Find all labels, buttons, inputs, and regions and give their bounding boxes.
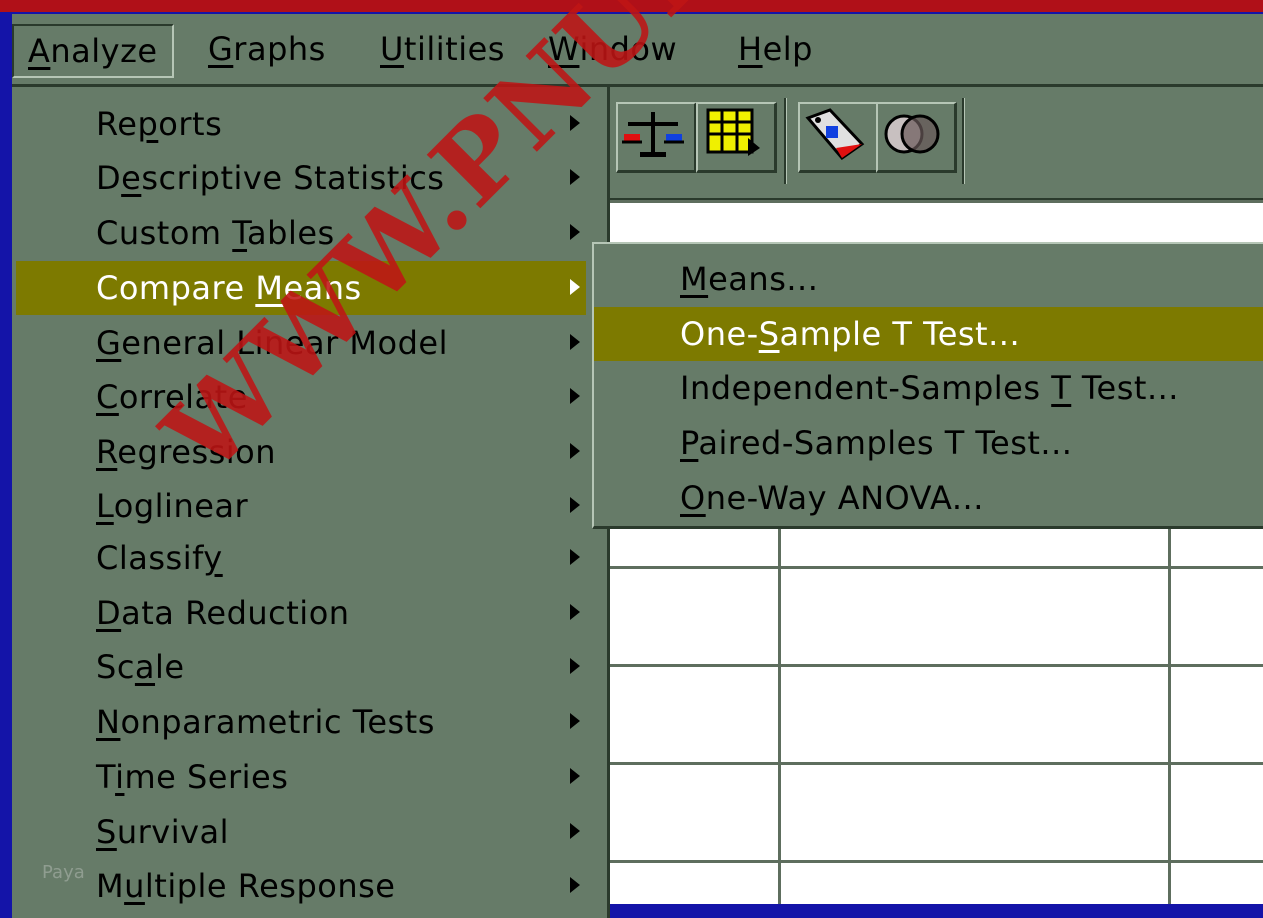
grid-line [602, 762, 1263, 765]
submenu-arrow-icon [570, 713, 580, 729]
use-sets-icon [884, 114, 940, 154]
menu-analyze-rest: nalyze [50, 32, 158, 70]
select-cases-button[interactable] [696, 102, 777, 173]
submenu-item-independent-samples-t-test[interactable]: Independent-Samples T Test... [594, 361, 1263, 415]
menu-graphs[interactable]: Graphs [208, 24, 326, 74]
value-labels-button[interactable] [798, 102, 879, 173]
menu-item-custom-tables[interactable]: Custom Tables [16, 206, 586, 260]
submenu-arrow-icon [570, 115, 580, 131]
menu-item-compare-means[interactable]: Compare Means [16, 261, 586, 315]
menu-item-scale[interactable]: Scale [16, 640, 586, 694]
use-sets-button[interactable] [876, 102, 957, 173]
menu-item-correlate[interactable]: Correlate [16, 370, 586, 424]
submenu-item-paired-samples-t-test[interactable]: Paired-Samples T Test... [594, 416, 1263, 470]
menu-item-descriptive-statistics[interactable]: Descriptive Statistics [16, 151, 586, 205]
submenu-arrow-icon [570, 169, 580, 185]
submenu-arrow-icon [570, 279, 580, 295]
menu-item-survival[interactable]: Survival [16, 805, 586, 859]
compare-means-submenu: Means... One-Sample T Test... Independen… [592, 242, 1263, 529]
submenu-arrow-icon [570, 443, 580, 459]
toolbar-separator-2 [962, 98, 965, 184]
grid-line [602, 664, 1263, 667]
menu-item-nonparametric-tests[interactable]: Nonparametric Tests [16, 695, 586, 749]
submenu-item-means[interactable]: Means... [594, 252, 1263, 306]
menu-item-reports[interactable]: Reports [16, 97, 586, 151]
menu-bar: Analyze Graphs Utilities Window Help [12, 14, 1263, 87]
grid-column-line [1168, 524, 1171, 904]
menu-item-multiple-response[interactable]: Multiple Response [16, 859, 586, 913]
submenu-arrow-icon [570, 604, 580, 620]
menu-item-general-linear-model[interactable]: General Linear Model [16, 316, 586, 370]
window-top-stripe [0, 0, 1263, 12]
menu-help[interactable]: Help [738, 24, 813, 74]
submenu-arrow-icon [570, 224, 580, 240]
submenu-arrow-icon [570, 497, 580, 513]
submenu-arrow-icon [570, 388, 580, 404]
scale-icon [622, 112, 684, 157]
submenu-arrow-icon [570, 658, 580, 674]
toolbar-separator [784, 98, 787, 184]
grid-column-line [778, 524, 781, 904]
grid-line [602, 566, 1263, 569]
submenu-arrow-icon [570, 334, 580, 350]
table-icon [706, 108, 760, 156]
analyze-menu: Reports Descriptive Statistics Custom Ta… [12, 87, 610, 918]
menu-item-classify[interactable]: Classify [16, 531, 586, 585]
submenu-arrow-icon [570, 768, 580, 784]
submenu-item-one-sample-t-test[interactable]: One-Sample T Test... [594, 307, 1263, 361]
menu-item-data-reduction[interactable]: Data Reduction [16, 586, 586, 640]
menu-analyze[interactable]: Analyze [12, 24, 174, 78]
weight-cases-button[interactable] [616, 102, 697, 173]
menu-item-time-series[interactable]: Time Series [16, 750, 586, 804]
submenu-arrow-icon [570, 877, 580, 893]
submenu-item-one-way-anova[interactable]: One-Way ANOVA... [594, 471, 1263, 525]
grid-line [602, 200, 1263, 203]
submenu-arrow-icon [570, 549, 580, 565]
menu-utilities[interactable]: Utilities [380, 24, 505, 74]
menu-item-regression[interactable]: Regression [16, 425, 586, 479]
spss-window: Analyze Graphs Utilities Window Help Rep… [12, 14, 1263, 918]
toolbar [602, 88, 1263, 201]
value-labels-icon [805, 108, 865, 161]
menu-window[interactable]: Window [548, 24, 677, 74]
grid-line [602, 860, 1263, 863]
faint-logo-text: Paya [42, 862, 85, 883]
submenu-arrow-icon [570, 823, 580, 839]
menu-item-loglinear[interactable]: Loglinear [16, 479, 586, 533]
